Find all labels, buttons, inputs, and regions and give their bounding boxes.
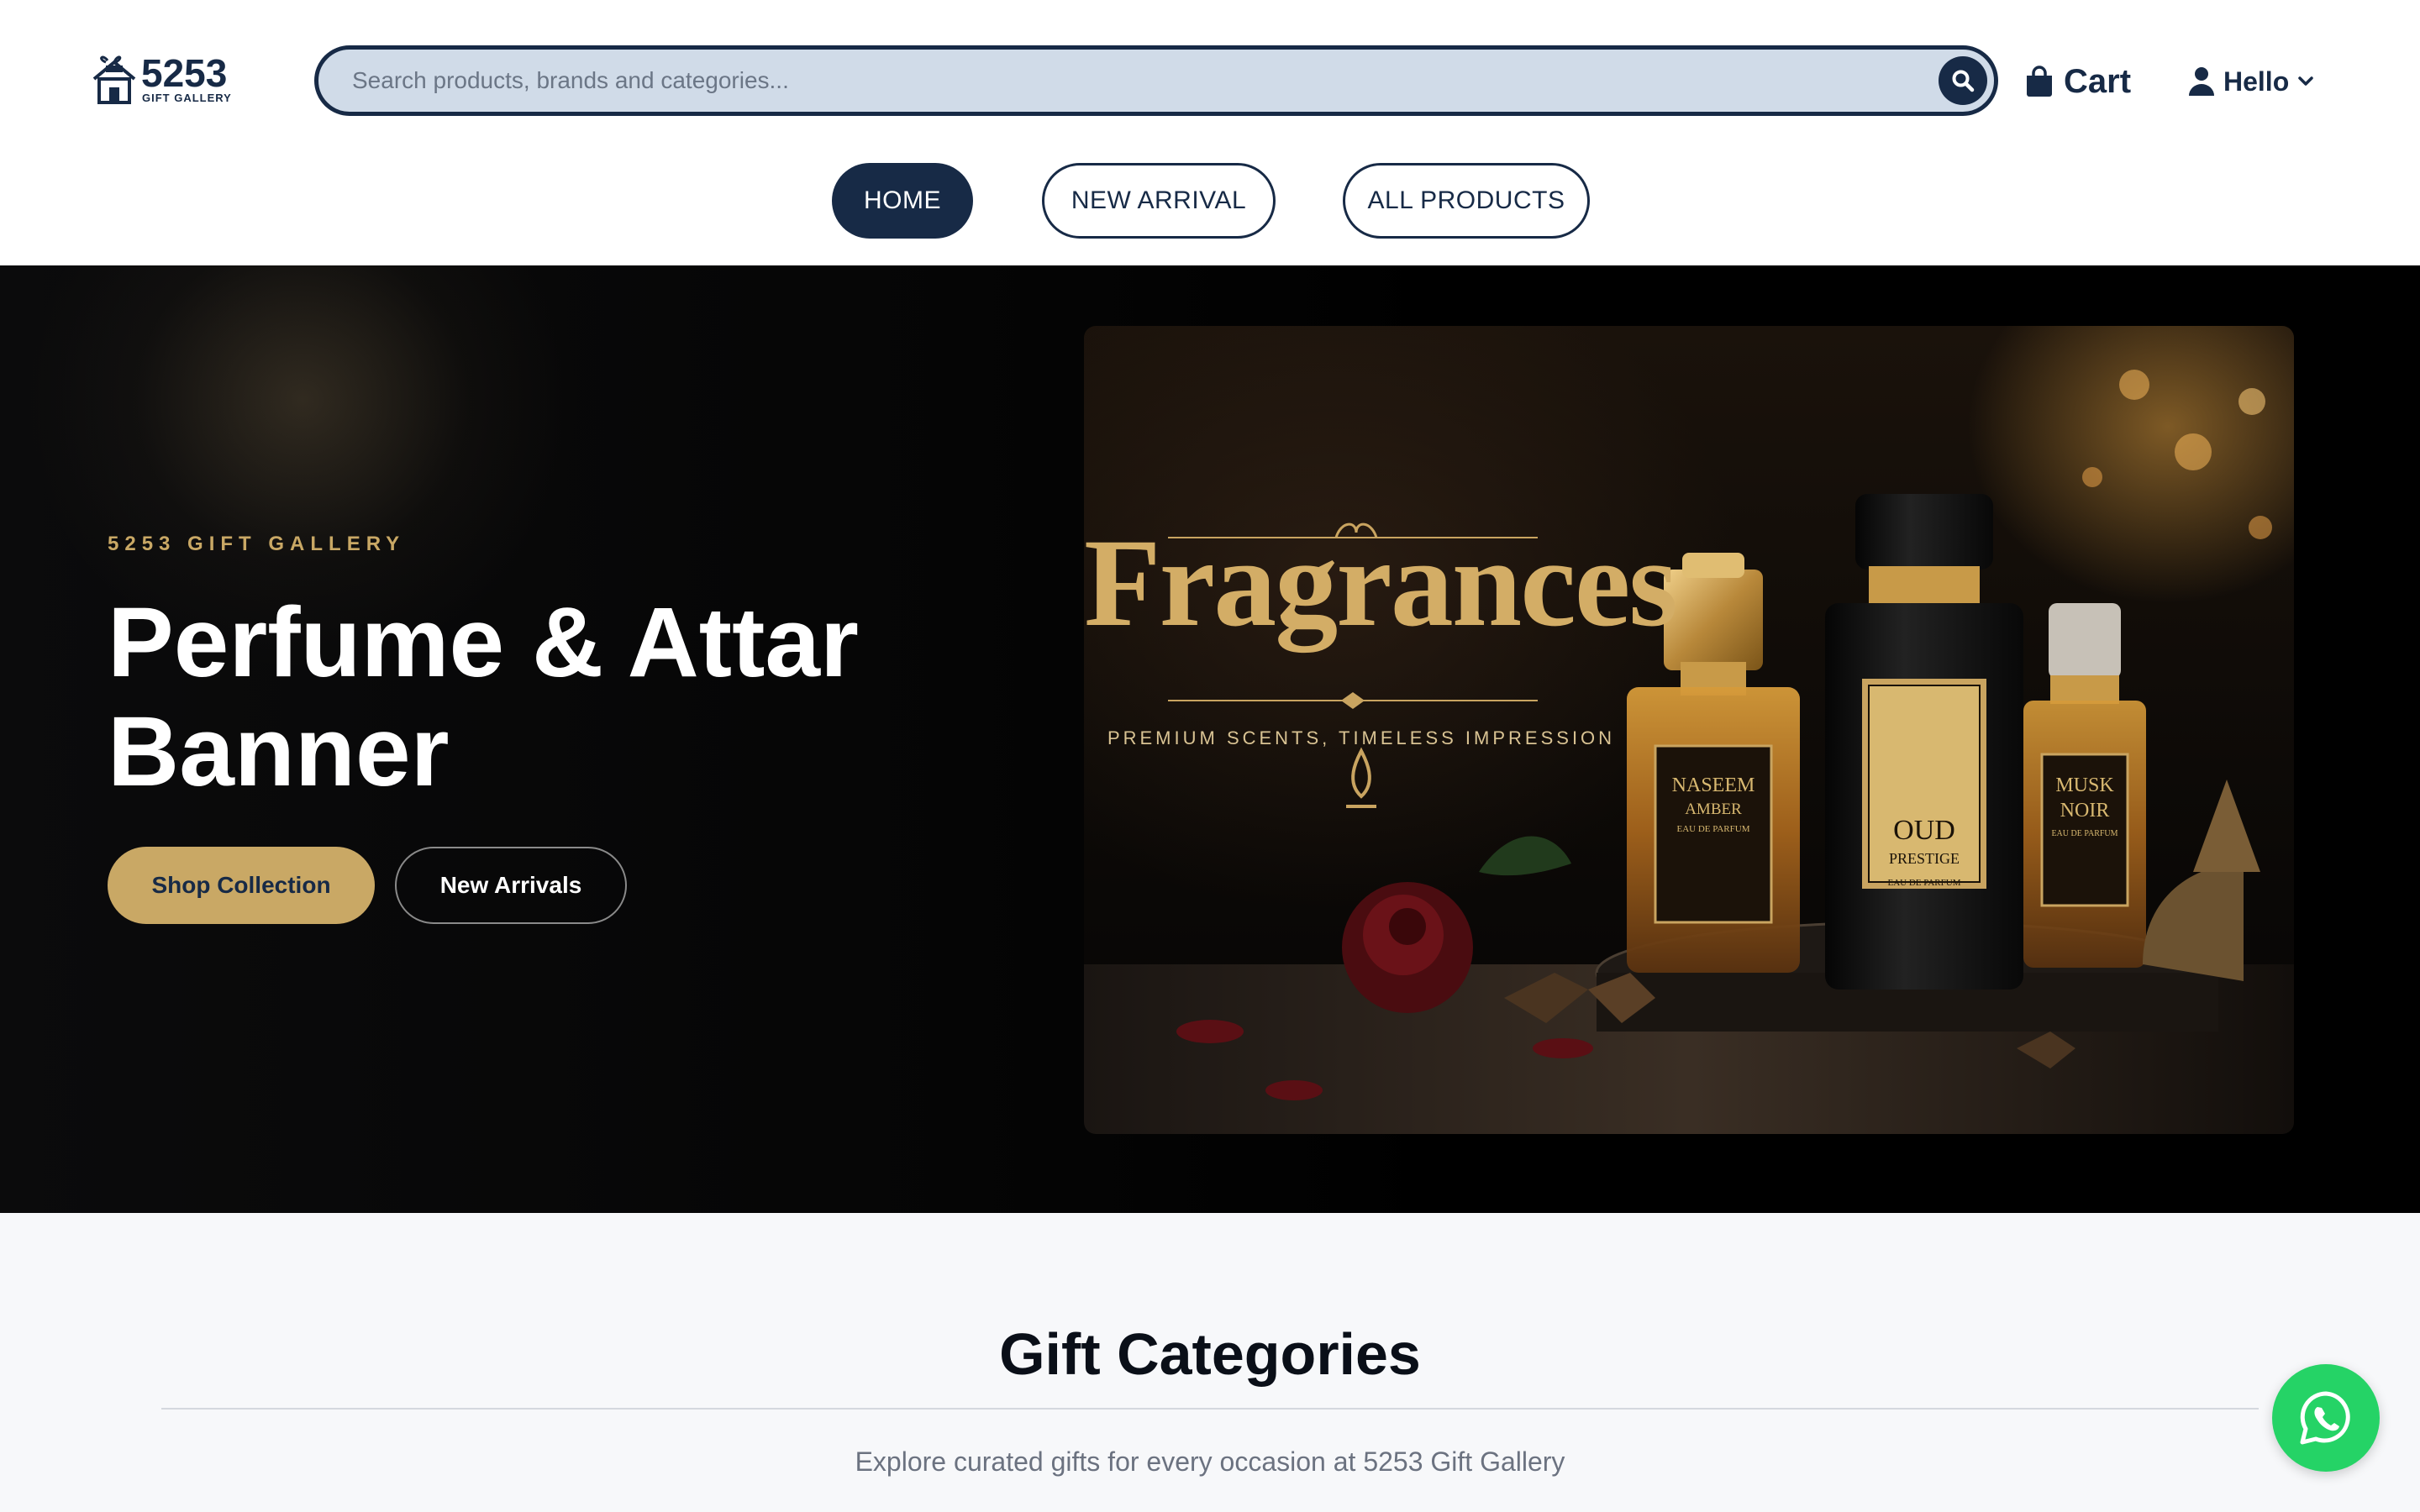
nav-home[interactable]: HOME (832, 163, 973, 239)
gift-categories-section: Gift Categories Explore curated gifts fo… (0, 1213, 2420, 1512)
bottle-sub: AMBER (1685, 801, 1742, 818)
shopping-bag-icon (2027, 66, 2052, 97)
bottle-type: EAU DE PARFUM (2051, 829, 2118, 838)
account-label: Hello (2223, 66, 2290, 97)
cart-link[interactable]: Cart (2025, 60, 2131, 102)
section-subtitle: Explore curated gifts for every occasion… (855, 1446, 1565, 1477)
gift-house-icon (92, 55, 136, 104)
user-icon (2189, 67, 2214, 96)
bottle-label-musk: MUSK NOIR EAU DE PARFUM (2042, 773, 2128, 845)
section-title: Gift Categories (999, 1321, 1421, 1387)
bottle-label-oud: OUD PRESTIGE EAU DE PARFUM (1869, 815, 1980, 895)
bottle-type: EAU DE PARFUM (1676, 824, 1750, 834)
bottle-label-naseem: NASEEM AMBER EAU DE PARFUM (1655, 773, 1771, 837)
hero-title: Perfume & Attar Banner (108, 587, 859, 807)
bottle-sub: NOIR (2060, 800, 2110, 822)
section-divider (161, 1408, 2259, 1410)
search-input[interactable] (352, 50, 1881, 112)
new-arrivals-button[interactable]: New Arrivals (395, 847, 627, 924)
shop-collection-button[interactable]: Shop Collection (108, 847, 375, 924)
banner-heading: Fragrances (1084, 513, 1678, 653)
banner-tagline: PREMIUM SCENTS, TIMELESS IMPRESSION (1107, 727, 1616, 748)
cart-label: Cart (2064, 62, 2132, 100)
search-button[interactable] (1939, 56, 1987, 105)
hero-kicker: 5253 GIFT GALLERY (108, 533, 406, 555)
nav-all-products[interactable]: ALL PRODUCTS (1343, 163, 1590, 239)
whatsapp-icon (2300, 1391, 2350, 1445)
nav-new-arrival[interactable]: NEW ARRIVAL (1042, 163, 1276, 239)
search-bar (314, 45, 1998, 116)
bottle-sub: PRESTIGE (1888, 850, 1960, 867)
site-header: 5253 GIFT GALLERY Cart Hello HOME NEW AR (0, 0, 2420, 265)
bottle-name: NASEEM (1671, 774, 1755, 796)
bottle-name: MUSK (2055, 774, 2114, 796)
brand-name: 5253 (141, 51, 228, 95)
brand-logo[interactable]: 5253 GIFT GALLERY (89, 51, 249, 106)
bottle-type: EAU DE PARFUM (1887, 878, 1961, 888)
bottle-name: OUD (1893, 815, 1955, 846)
brand-tagline: GIFT GALLERY (142, 92, 232, 104)
chevron-down-icon (2298, 76, 2313, 86)
whatsapp-button[interactable] (2272, 1364, 2380, 1472)
fragrance-banner-image[interactable]: Fragrances PREMIUM SCENTS, TIMELESS IMPR… (1084, 326, 2294, 1134)
account-menu[interactable]: Hello (2188, 60, 2314, 102)
main-nav: HOME NEW ARRIVAL ALL PRODUCTS (0, 163, 2420, 239)
hero-section: 5253 GIFT GALLERY Perfume & Attar Banner… (0, 265, 2420, 1213)
search-icon (1952, 70, 1975, 92)
